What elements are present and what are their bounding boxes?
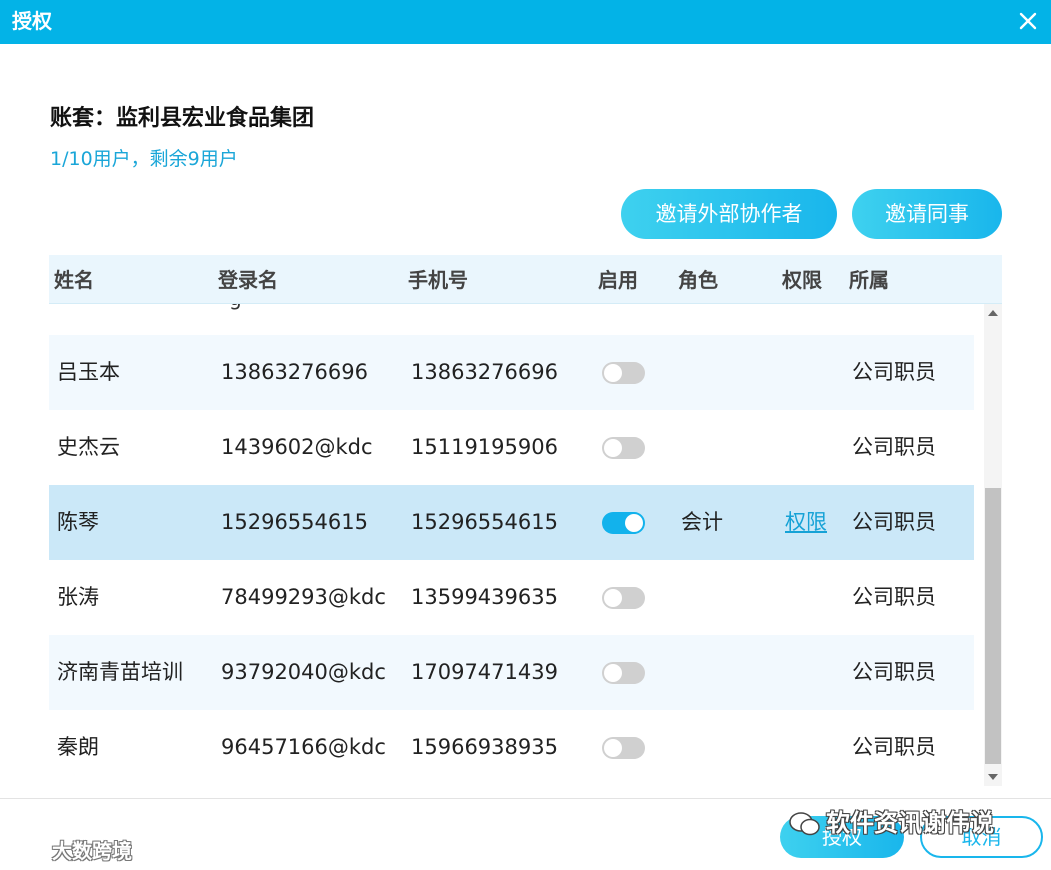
login-name: 96457166@kdc [221,735,386,759]
phone-number: 13863276696 [411,360,558,384]
column-header-role: 角色 [678,268,718,292]
phone-number: 17097471439 [411,660,558,684]
toggle-knob [625,514,643,532]
scroll-down-arrow-icon[interactable] [988,774,998,780]
partial-row-text: g [229,304,242,310]
enable-toggle[interactable] [602,362,645,384]
watermark-right-text: 软件资讯谢伟说 [826,809,994,837]
phone-number: 15119195906 [411,435,558,459]
org-value: 公司职员 [852,585,936,609]
role-value: 会计 [681,510,723,534]
user-name: 陈琴 [57,510,99,534]
table-row[interactable]: 济南青苗培训 93792040@kdc 17097471439 公司职员 [49,635,974,710]
table-scrollbar[interactable] [984,304,1002,786]
user-quota: 1/10用户，剩余9用户 [50,148,238,170]
table-header: 姓名 登录名 手机号 启用 角色 权限 所属 [49,255,1002,304]
column-header-phone: 手机号 [408,268,468,292]
table-row[interactable]: 张涛 78499293@kdc 13599439635 公司职员 [49,560,974,635]
invite-external-button[interactable]: 邀请外部协作者 [621,189,837,239]
enable-toggle[interactable] [602,662,645,684]
login-name: 13863276696 [221,360,368,384]
scrollbar-thumb[interactable] [985,488,1001,764]
dialog-title: 授权 [12,9,52,33]
user-table-body: g 吕玉本1386327669613863276696公司职员史杰云143960… [49,304,974,786]
dialog-titlebar: 授权 [0,0,1051,44]
column-header-login: 登录名 [218,268,278,292]
phone-number: 15296554615 [411,510,558,534]
watermark-left-text: 大数跨境 [52,839,132,863]
column-header-permission: 权限 [782,268,822,292]
phone-number: 15966938935 [411,735,558,759]
toggle-knob [604,664,622,682]
toggle-knob [604,439,622,457]
user-name: 秦朗 [57,735,99,759]
table-row[interactable]: 吕玉本 13863276696 13863276696 公司职员 [49,335,974,410]
invite-colleague-button[interactable]: 邀请同事 [852,189,1002,239]
enable-toggle[interactable] [602,512,645,534]
column-header-name: 姓名 [54,268,94,292]
enable-toggle[interactable] [602,737,645,759]
user-name: 史杰云 [57,435,120,459]
org-value: 公司职员 [852,660,936,684]
user-name: 济南青苗培训 [57,660,183,684]
org-value: 公司职员 [852,435,936,459]
watermark-right: 软件资讯谢伟说 [788,806,994,842]
login-name: 1439602@kdc [221,435,373,459]
toggle-knob [604,589,622,607]
table-row[interactable]: 秦朗 96457166@kdc 15966938935 公司职员 [49,710,974,785]
login-name: 78499293@kdc [221,585,386,609]
table-row[interactable]: 史杰云 1439602@kdc 15119195906 公司职员 [49,410,974,485]
org-value: 公司职员 [852,735,936,759]
scroll-up-arrow-icon[interactable] [988,310,998,316]
login-name: 15296554615 [221,510,368,534]
account-title: 账套：监利县宏业食品集团 [50,106,315,131]
column-header-enabled: 启用 [598,268,638,292]
org-value: 公司职员 [852,360,936,384]
footer-divider [0,798,1051,799]
watermark-logo-icon [8,843,42,862]
user-name: 张涛 [57,585,99,609]
enable-toggle[interactable] [602,587,645,609]
close-icon[interactable] [1015,8,1041,34]
toggle-knob [604,739,622,757]
permission-link[interactable]: 权限 [785,509,827,536]
table-row[interactable]: 陈琴 15296554615 15296554615 会计 权限 公司职员 [49,485,974,560]
column-header-org: 所属 [849,268,889,292]
org-value: 公司职员 [852,510,936,534]
phone-number: 13599439635 [411,585,558,609]
login-name: 93792040@kdc [221,660,386,684]
watermark-left: 大数跨境 [8,838,132,864]
user-name: 吕玉本 [57,360,120,384]
toggle-knob [604,364,622,382]
wechat-icon [789,812,820,836]
enable-toggle[interactable] [602,437,645,459]
